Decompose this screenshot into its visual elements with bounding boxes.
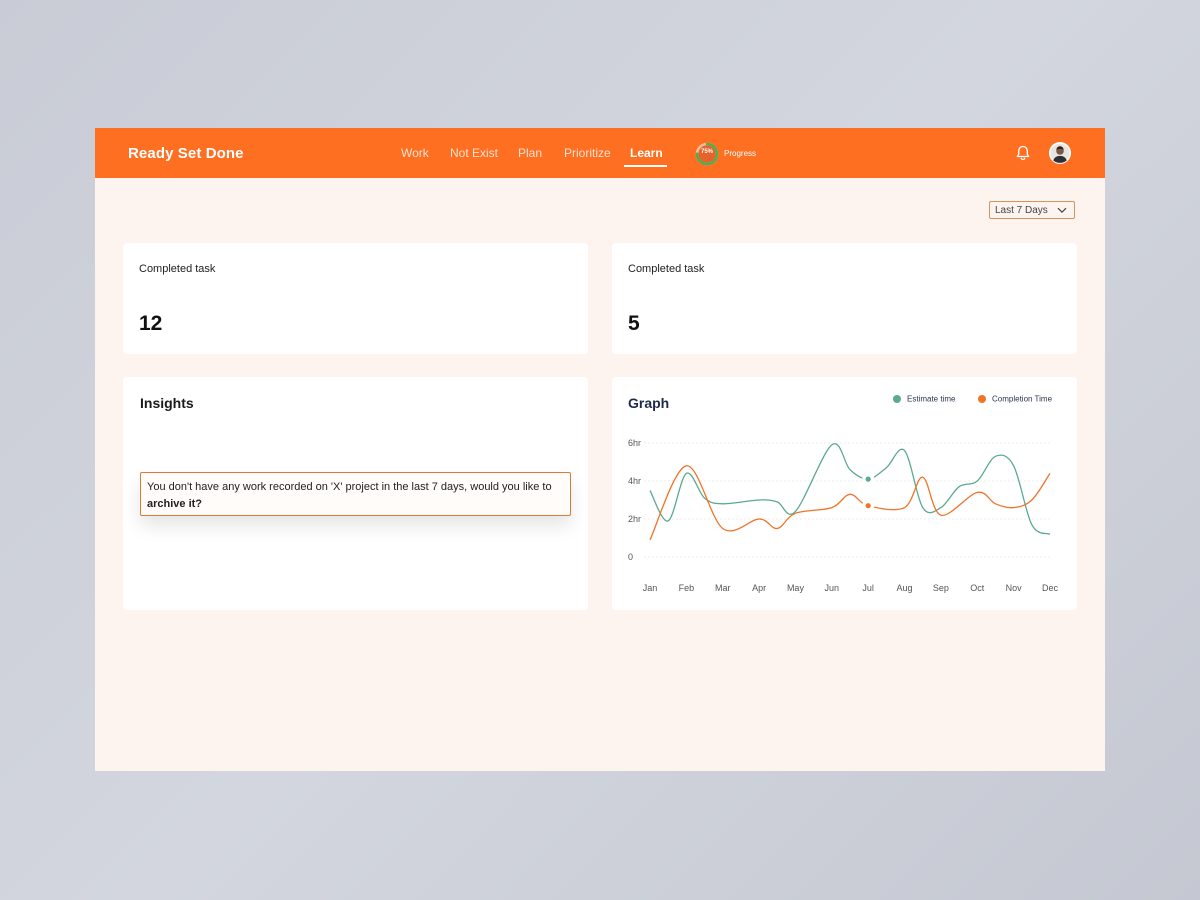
avatar[interactable] — [1049, 142, 1071, 164]
progress-percent: 75% — [700, 149, 713, 155]
x-tick-label: Feb — [679, 583, 695, 593]
nav-item-prioritize[interactable]: Prioritize — [564, 146, 611, 160]
nav-item-plan[interactable]: Plan — [518, 146, 542, 160]
y-tick-label: 0 — [628, 552, 633, 562]
x-tick-label: Jun — [825, 583, 840, 593]
brand-title: Ready Set Done — [128, 145, 244, 162]
insight-archive-link[interactable]: archive it? — [147, 498, 202, 510]
x-tick-label: May — [787, 583, 805, 593]
x-tick-label: Jan — [643, 583, 658, 593]
bell-icon[interactable] — [1014, 144, 1032, 162]
x-tick-label: Jul — [862, 583, 874, 593]
nav-item-learn[interactable]: Learn — [630, 146, 663, 160]
line-chart: 0 2hr 4hr 6hr Jan Feb Mar Apr May Jun Jul Aug Sep Oct… — [628, 438, 1059, 593]
completion-highlight-point[interactable] — [865, 503, 871, 509]
nav-item-work[interactable]: Work — [401, 146, 429, 160]
progress-label: Progress — [724, 149, 757, 158]
x-tick-label: Sep — [933, 583, 949, 593]
x-tick-label: Nov — [1006, 583, 1023, 593]
y-tick-label: 6hr — [628, 438, 641, 448]
period-dropdown[interactable]: Last 7 Days — [989, 201, 1075, 219]
insight-message[interactable]: You don't have any work recorded on 'X' … — [140, 472, 571, 516]
x-tick-label: Aug — [897, 583, 913, 593]
y-tick-label: 4hr — [628, 476, 641, 486]
active-tab-indicator — [624, 165, 667, 167]
stat-card-completed-2: Completed task 5 — [612, 243, 1077, 354]
period-dropdown-value: Last 7 Days — [995, 205, 1048, 216]
chevron-down-icon — [1057, 207, 1067, 214]
x-tick-label: Dec — [1042, 583, 1059, 593]
nav-item-not-exist[interactable]: Not Exist — [450, 146, 498, 160]
completion-time-line — [649, 465, 1051, 541]
insights-title: Insights — [140, 395, 194, 411]
stat-value: 5 — [628, 312, 640, 335]
stat-label: Completed task — [628, 263, 705, 275]
x-tick-label: Oct — [970, 583, 985, 593]
progress-ring[interactable]: 75% — [695, 142, 719, 166]
top-navigation-bar: Ready Set Done Work Not Exist Plan Prior… — [95, 128, 1105, 178]
stat-value: 12 — [139, 312, 163, 335]
insights-card: Insights You don't have any work recorde… — [123, 377, 588, 610]
app-window: Ready Set Done Work Not Exist Plan Prior… — [95, 128, 1105, 771]
stat-card-completed-1: Completed task 12 — [123, 243, 588, 354]
x-tick-label: Apr — [752, 583, 766, 593]
x-tick-label: Mar — [715, 583, 731, 593]
estimate-time-line — [649, 443, 1051, 535]
graph-card: Graph Estimate time Completion Time 0 2hr… — [612, 377, 1077, 610]
y-tick-label: 2hr — [628, 514, 641, 524]
insight-message-text: You don't have any work recorded on 'X' … — [147, 481, 552, 493]
stat-label: Completed task — [139, 263, 216, 275]
estimate-highlight-point[interactable] — [865, 476, 871, 482]
user-avatar-image — [1049, 142, 1071, 164]
